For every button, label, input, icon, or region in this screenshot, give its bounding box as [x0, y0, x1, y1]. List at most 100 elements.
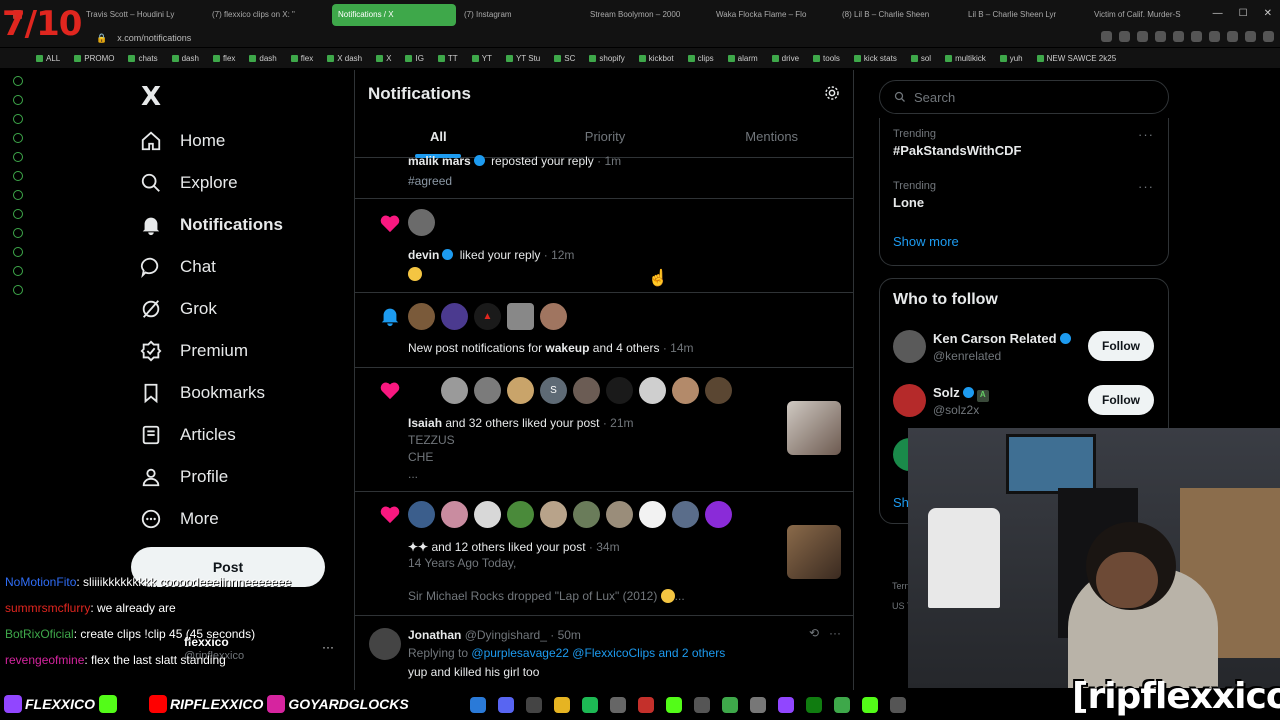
bookmark-item[interactable]: TT: [437, 54, 458, 63]
notification-like[interactable]: S Isaiah and 32 others liked your post ·…: [355, 368, 853, 492]
browser-tab-active[interactable]: Notifications / X: [13, 3, 456, 26]
bookmark-item[interactable]: clips: [687, 54, 714, 63]
avatar[interactable]: ▲: [474, 303, 501, 330]
post-thumbnail[interactable]: [787, 525, 841, 579]
nav-bookmarks[interactable]: Bookmarks: [140, 372, 350, 414]
extension-icon[interactable]: [1173, 31, 1184, 42]
taskbar-app-icon[interactable]: [526, 697, 542, 713]
trend-title[interactable]: #PakStandsWithCDF: [893, 143, 1021, 158]
gear-icon[interactable]: [823, 84, 841, 102]
bookmark-item[interactable]: IG: [405, 54, 424, 63]
bookmark-item[interactable]: drive: [771, 54, 799, 63]
bookmark-item[interactable]: dash: [249, 54, 277, 63]
actor-name[interactable]: ✦✦: [408, 540, 428, 554]
actor-name[interactable]: devin: [408, 248, 439, 262]
nav-grok[interactable]: Grok: [140, 288, 350, 330]
side-app-icon[interactable]: [13, 95, 23, 105]
avatar[interactable]: [408, 501, 435, 528]
avatar[interactable]: [441, 501, 468, 528]
taskbar-app-icon[interactable]: [470, 697, 486, 713]
avatar[interactable]: [639, 501, 666, 528]
show-more-link[interactable]: Sh: [893, 495, 909, 510]
follow-button[interactable]: Follow: [1088, 385, 1154, 415]
bookmark-item[interactable]: sol: [910, 54, 931, 63]
bookmark-item[interactable]: tools: [813, 54, 840, 63]
avatar[interactable]: [507, 501, 534, 528]
bookmark-item[interactable]: X: [376, 54, 391, 63]
browser-tab[interactable]: Lil B – Charlie Sheen Lyr: [13, 4, 1086, 26]
bookmark-item[interactable]: YT: [471, 54, 492, 63]
nav-home[interactable]: Home: [140, 120, 350, 162]
show-more-link[interactable]: Show more: [893, 234, 959, 249]
post-thumbnail[interactable]: [787, 401, 841, 455]
side-app-icon[interactable]: [13, 266, 23, 276]
side-app-icon[interactable]: [13, 152, 23, 162]
chat-username[interactable]: BotRixOficial: [5, 627, 74, 641]
bookmark-item[interactable]: kickbot: [638, 54, 674, 63]
browser-tab[interactable]: (7) Instagram: [13, 4, 582, 26]
taskbar-app-icon[interactable]: [722, 697, 738, 713]
actor-name[interactable]: Jonathan: [408, 628, 461, 642]
extension-icon[interactable]: [1263, 31, 1274, 42]
tab-mentions[interactable]: Mentions: [688, 116, 853, 158]
bookmark-item[interactable]: chats: [128, 54, 158, 63]
minimize-icon[interactable]: —: [1213, 8, 1223, 19]
avatar[interactable]: [474, 377, 501, 404]
avatar[interactable]: [408, 303, 435, 330]
follow-name[interactable]: Solz A: [933, 385, 989, 402]
avatar[interactable]: [441, 303, 468, 330]
bookmark-item[interactable]: SC: [554, 54, 575, 63]
actor-name[interactable]: malik mars: [408, 154, 471, 168]
xbox-icon[interactable]: [806, 697, 822, 713]
bookmark-item[interactable]: flex: [290, 54, 313, 63]
avatar[interactable]: [705, 377, 732, 404]
extension-icon[interactable]: [1155, 31, 1166, 42]
browser-tab[interactable]: Victim of Calif. Murder-S: [13, 4, 1212, 26]
avatar[interactable]: [573, 377, 600, 404]
browser-tab[interactable]: Waka Flocka Flame – Flo: [13, 4, 834, 26]
nav-chat[interactable]: Chat: [140, 246, 350, 288]
nav-articles[interactable]: Articles: [140, 414, 350, 456]
reply-mentions[interactable]: @purplesavage22 @FlexxicoClips and 2 oth…: [471, 646, 725, 660]
tab-priority[interactable]: Priority: [522, 116, 689, 158]
avatar[interactable]: [672, 377, 699, 404]
url-text[interactable]: x.com/notifications: [117, 33, 191, 43]
extension-icon[interactable]: [1245, 31, 1256, 42]
bookmark-item[interactable]: PROMO: [74, 54, 114, 63]
avatar[interactable]: [573, 501, 600, 528]
avatar[interactable]: [672, 501, 699, 528]
trend-title[interactable]: Lone: [893, 195, 924, 210]
actor-name[interactable]: Isaiah: [408, 416, 442, 430]
browser-tab[interactable]: (8) Lil B – Charlie Sheen: [13, 4, 960, 26]
tab-all[interactable]: All: [355, 116, 522, 158]
taskbar-app-icon[interactable]: [834, 697, 850, 713]
side-app-icon[interactable]: [13, 133, 23, 143]
notification-like[interactable]: devin liked your reply · 12m: [355, 199, 853, 293]
follow-name[interactable]: Ken Carson Related: [933, 331, 1074, 346]
avatar[interactable]: [893, 384, 926, 417]
side-app-icon[interactable]: [13, 247, 23, 257]
address-bar[interactable]: 🔒 x.com/notifications: [0, 29, 1280, 47]
taskbar-app-icon[interactable]: [778, 697, 794, 713]
taskbar-app-icon[interactable]: [666, 697, 682, 713]
bookmark-item[interactable]: ALL: [36, 54, 60, 63]
bookmark-item[interactable]: dash: [171, 54, 199, 63]
nav-profile[interactable]: Profile: [140, 456, 350, 498]
bookmark-item[interactable]: NEW SAWCE 2k25: [1036, 54, 1116, 63]
bookmark-item[interactable]: multikick: [945, 54, 986, 63]
chat-username[interactable]: summrsmcflurry: [5, 601, 90, 615]
extension-icon[interactable]: [1209, 31, 1220, 42]
avatar[interactable]: [540, 501, 567, 528]
chat-username[interactable]: NoMotionFito: [5, 575, 76, 589]
avatar[interactable]: S: [540, 377, 567, 404]
folder-icon[interactable]: [554, 697, 570, 713]
avatar[interactable]: [606, 501, 633, 528]
bookmark-item[interactable]: X dash: [327, 54, 362, 63]
bookmark-item[interactable]: yuh: [999, 54, 1023, 63]
avatar[interactable]: [507, 377, 534, 404]
extension-icon[interactable]: [1119, 31, 1130, 42]
avatar[interactable]: [540, 303, 567, 330]
avatar[interactable]: [474, 501, 501, 528]
search-input[interactable]: Search: [879, 80, 1169, 114]
browser-tab[interactable]: (7) flexxico clips on X: ": [13, 4, 330, 26]
